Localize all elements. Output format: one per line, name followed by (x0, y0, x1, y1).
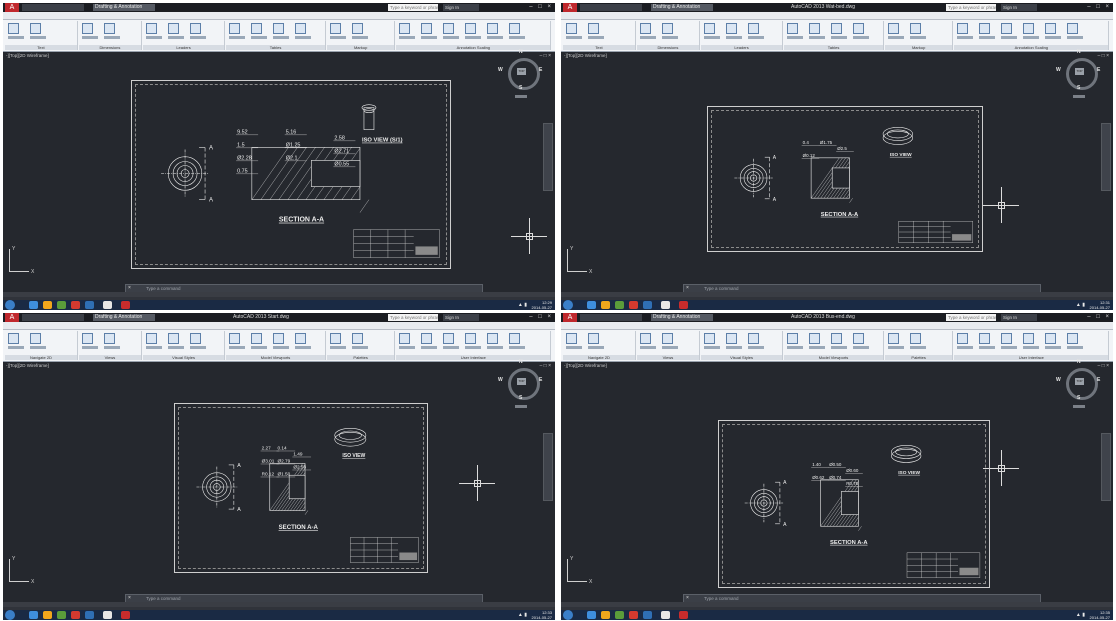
section-hatch-line (858, 526, 862, 531)
iso-view-part (361, 104, 377, 130)
cutting-plane-label: A (783, 522, 787, 528)
dimension-label: Ø2.5 (837, 146, 847, 151)
title-block-logo (415, 246, 438, 255)
dimension-label: 1.49 (293, 451, 303, 456)
section-hatch-line (842, 188, 850, 199)
title-block-logo (399, 552, 418, 561)
iso-view-part (882, 127, 913, 145)
section-view-bore (831, 167, 850, 189)
section-label: SECTION A-A (279, 524, 319, 531)
section-hatch-line (251, 147, 289, 200)
dimension-label: R0.12 (262, 471, 275, 476)
iso-view-label: ISO VIEW (898, 470, 920, 476)
dimension-label: 1.40 (812, 462, 821, 467)
section-label: SECTION A-A (821, 212, 859, 218)
dimension-label: Ø2.1 (286, 155, 298, 161)
autocad-screenshot-1: A Drafting & Annotation Type a keyword o… (3, 3, 555, 310)
cutting-plane-label: A (783, 480, 787, 486)
section-hatch-line (855, 521, 859, 527)
section-hatch-line (350, 186, 361, 200)
section-label: SECTION A-A (279, 217, 324, 224)
dimension-label: 0.14 (277, 445, 287, 450)
section-view-bore (288, 474, 306, 500)
iso-view-part (334, 427, 367, 447)
cutting-plane-label: A (209, 198, 213, 204)
dimension-label: Ø1.25 (286, 142, 301, 148)
title-block (350, 537, 419, 563)
autocad-screenshot-4: A Drafting & Annotation AutoCAD 2013 Bus… (561, 313, 1113, 620)
autocad-screenshot-3: A Drafting & Annotation AutoCAD 2013 Sta… (3, 313, 555, 620)
section-hatch-line (299, 502, 306, 511)
iso-view-label: ISO VIEW (342, 453, 365, 459)
section-hatch-line (851, 517, 859, 527)
dimension-label: Ø2.71 (334, 148, 349, 154)
cad-drawing[interactable]: A A 2.27 0.14 1.49 Ø3.01 Ø2.79Ø2.58 R0.12 Ø1.50 S… (3, 313, 555, 620)
dimension-label: Ø2.28 (237, 155, 252, 161)
cad-drawing[interactable]: A A 1.40 Ø0.50 Ø0.60 Ø0.62 Ø0.74 R0.75 SECTION A… (561, 313, 1113, 620)
dimension-label: 5.16 (286, 129, 297, 135)
dimension-label: Ø3.01 (262, 458, 275, 463)
dimension-label: Ø2.58 (293, 464, 306, 469)
title-block (898, 220, 973, 243)
iso-view-label: ISO VIEW (S/1) (362, 138, 403, 144)
dimension-label: Ø0.60 (846, 468, 859, 473)
cutting-plane-label: A (773, 197, 777, 203)
section-hatch-line (359, 199, 370, 213)
dimension-label: Ø2.79 (277, 458, 290, 463)
dimension-label: 2.58 (334, 135, 345, 141)
section-hatch-line (846, 193, 850, 199)
section-hatch-line (304, 510, 309, 515)
cutting-plane-label: A (209, 146, 213, 152)
section-view-bore (841, 491, 859, 515)
cutting-plane-label: A (773, 155, 777, 161)
iso-view-part (891, 444, 922, 463)
dimension-label: Ø0.74 (829, 475, 842, 480)
dimension-label: 0.4 (803, 140, 810, 145)
dimension-label: Ø0.50 (829, 462, 842, 467)
title-block (353, 229, 440, 258)
dimension-label: Ø1.75 (820, 140, 833, 145)
section-hatch-line (849, 198, 853, 203)
dimension-label: Ø0.12 (803, 153, 816, 158)
title-block-logo (952, 234, 972, 241)
autocad-screenshot-2: A Drafting & Annotation AutoCAD 2013 Wat… (561, 3, 1113, 310)
section-hatch-line (301, 506, 306, 511)
dimension-label: Ø0.62 (812, 475, 825, 480)
section-label: SECTION A-A (830, 540, 868, 546)
iso-view-label: ISO VIEW (890, 152, 912, 158)
dimension-label: Ø1.50 (277, 471, 290, 476)
dimension-label: 0.75 (237, 168, 248, 174)
cad-drawing[interactable]: A A 9.52 5.16 2.58 1.5 Ø1.25 Ø2.71 Ø2.28 Ø2.1 Ø0.5… (3, 3, 555, 310)
dimension-label: 2.27 (262, 445, 272, 450)
title-block-logo (959, 567, 979, 576)
cutting-plane-label: A (237, 463, 241, 469)
title-block (906, 552, 981, 578)
dimension-label: R0.75 (846, 481, 858, 486)
cad-drawing[interactable]: A A 0.4 Ø1.75 Ø2.5 Ø0.12 SECTION A-A ISO VIEW (561, 3, 1113, 310)
dimension-label: 1.5 (237, 142, 245, 148)
dimension-label: 9.52 (237, 129, 248, 135)
cutting-plane-label: A (237, 507, 241, 513)
dimension-label: Ø0.55 (334, 161, 349, 167)
